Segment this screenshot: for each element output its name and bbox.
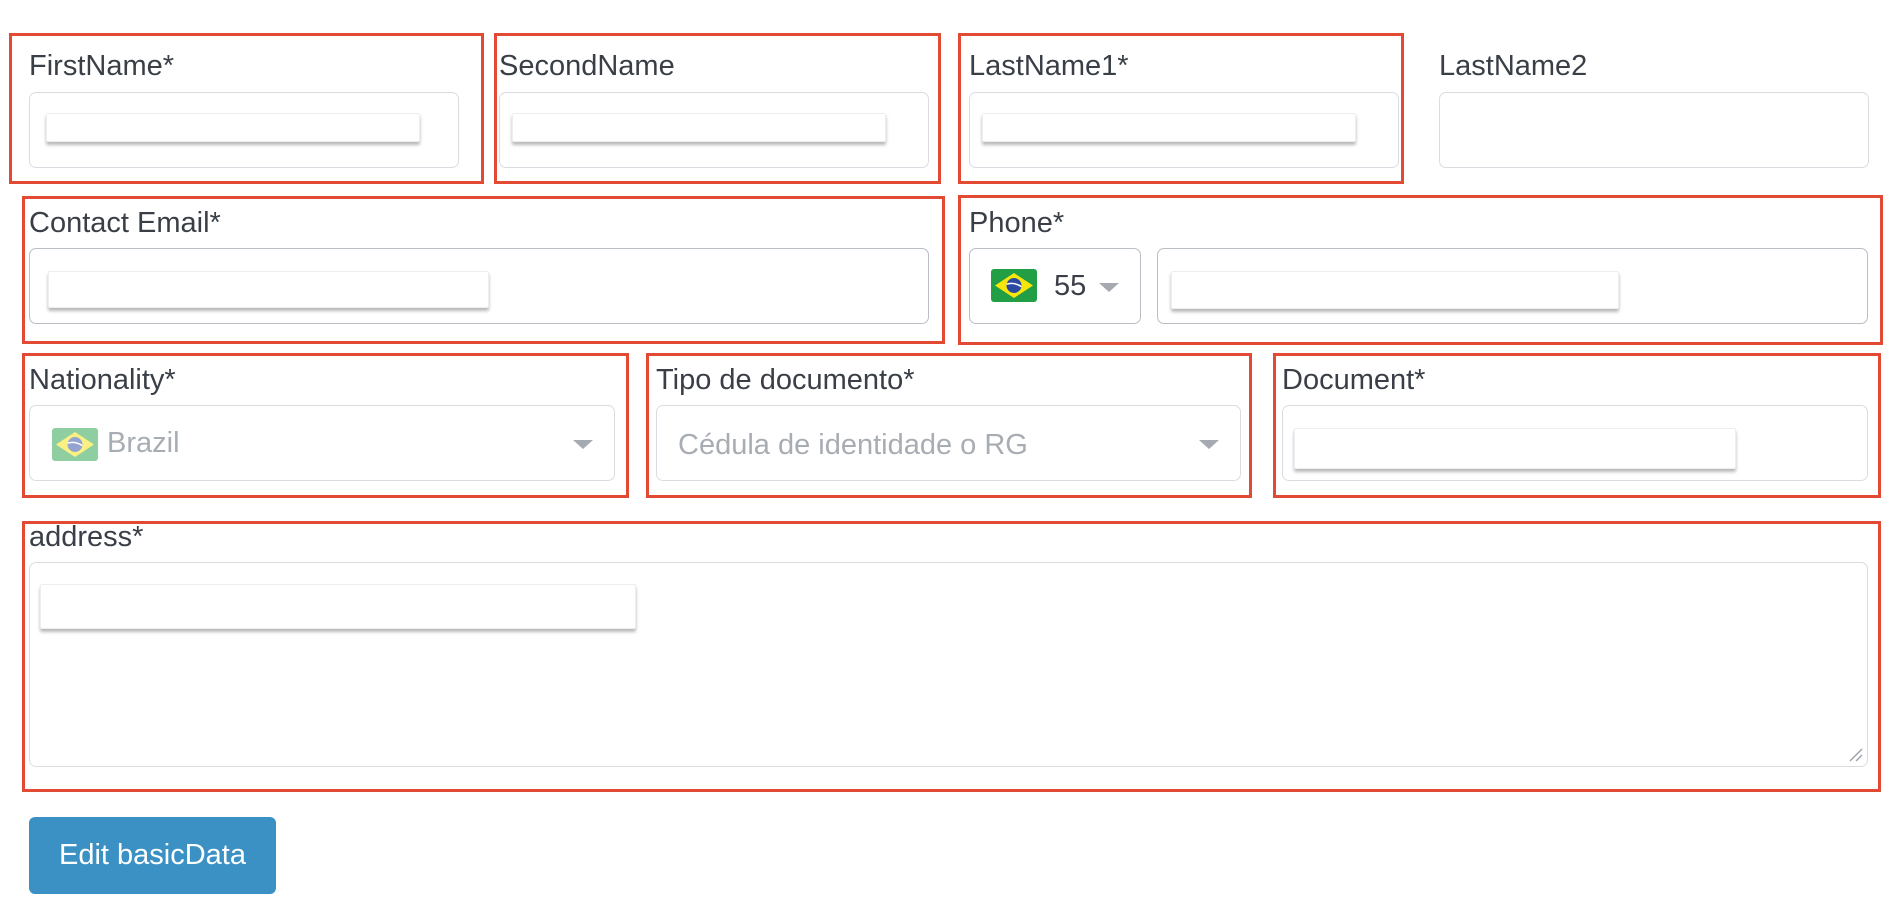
last-name1-label: LastName1* [969,50,1129,82]
phone-country-code: 55 [1054,270,1087,302]
phone-number-redaction [1171,271,1619,309]
address-label: address* [29,521,144,553]
document-redaction [1294,428,1736,469]
chevron-down-icon [1199,440,1219,449]
first-name-redaction [46,113,420,142]
document-type-value: Cédula de identidade o RG [678,429,1028,461]
contact-email-label: Contact Email* [29,207,221,239]
last-name1-input[interactable] [969,92,1399,168]
nationality-label: Nationality* [29,364,176,396]
document-type-select[interactable]: Cédula de identidade o RG [656,405,1241,481]
first-name-label: FirstName* [29,50,175,82]
phone-number-input[interactable] [1157,248,1868,324]
document-input[interactable] [1282,405,1868,481]
contact-email-redaction [48,271,489,308]
first-name-input[interactable] [29,92,459,168]
nationality-value: Brazil [107,427,180,459]
document-label: Document* [1282,364,1426,396]
address-redaction [40,584,636,629]
contact-email-input[interactable] [29,248,929,324]
document-type-label: Tipo de documento* [656,364,915,396]
chevron-down-icon [573,440,593,449]
chevron-down-icon [1099,283,1119,292]
last-name2-label: LastName2 [1439,50,1588,82]
resize-grip-icon[interactable] [1847,746,1863,762]
last-name2-input[interactable] [1439,92,1869,168]
edit-basic-data-button[interactable]: Edit basicData [29,817,276,894]
brazil-flag-icon [991,269,1037,302]
phone-label: Phone* [969,207,1065,239]
second-name-label: SecondName [499,50,675,82]
second-name-redaction [512,113,886,142]
nationality-select[interactable]: Brazil [29,405,615,481]
last-name1-redaction [982,113,1356,142]
second-name-input[interactable] [499,92,929,168]
address-textarea[interactable] [29,562,1868,767]
phone-country-select[interactable]: 55 [969,248,1141,324]
brazil-flag-icon [52,428,98,461]
